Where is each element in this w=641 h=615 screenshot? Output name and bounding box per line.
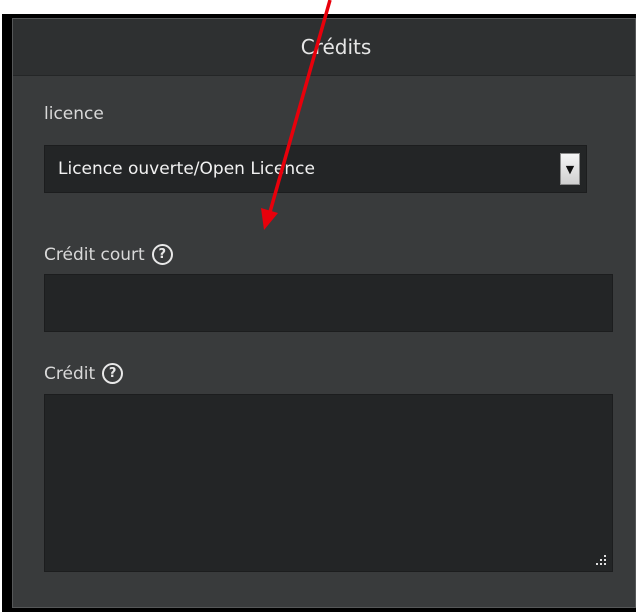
credit-textarea[interactable] xyxy=(44,394,613,572)
panel-header: Crédits xyxy=(13,19,635,76)
short-credit-input[interactable] xyxy=(44,274,613,332)
licence-label-text: licence xyxy=(44,104,104,124)
short-credit-label-text: Crédit court xyxy=(44,244,145,265)
question-circle-icon[interactable]: ? xyxy=(151,244,173,265)
credit-label-text: Crédit xyxy=(44,363,96,384)
credits-panel: Crédits licence Licence ouverte/Open Lic… xyxy=(12,18,636,608)
licence-select-value: Licence ouverte/Open Licence xyxy=(58,159,315,179)
question-circle-icon[interactable]: ? xyxy=(102,363,124,384)
caret-down-icon[interactable]: ▼ xyxy=(560,153,580,185)
licence-label: licence xyxy=(44,104,104,124)
resize-grip-icon[interactable] xyxy=(595,554,607,566)
short-credit-label: Crédit court ? xyxy=(44,244,173,265)
credit-label: Crédit ? xyxy=(44,363,124,384)
licence-select[interactable]: Licence ouverte/Open Licence ▼ xyxy=(44,145,587,193)
panel-title: Crédits xyxy=(300,35,372,59)
screenshot-frame: Crédits licence Licence ouverte/Open Lic… xyxy=(2,14,636,612)
